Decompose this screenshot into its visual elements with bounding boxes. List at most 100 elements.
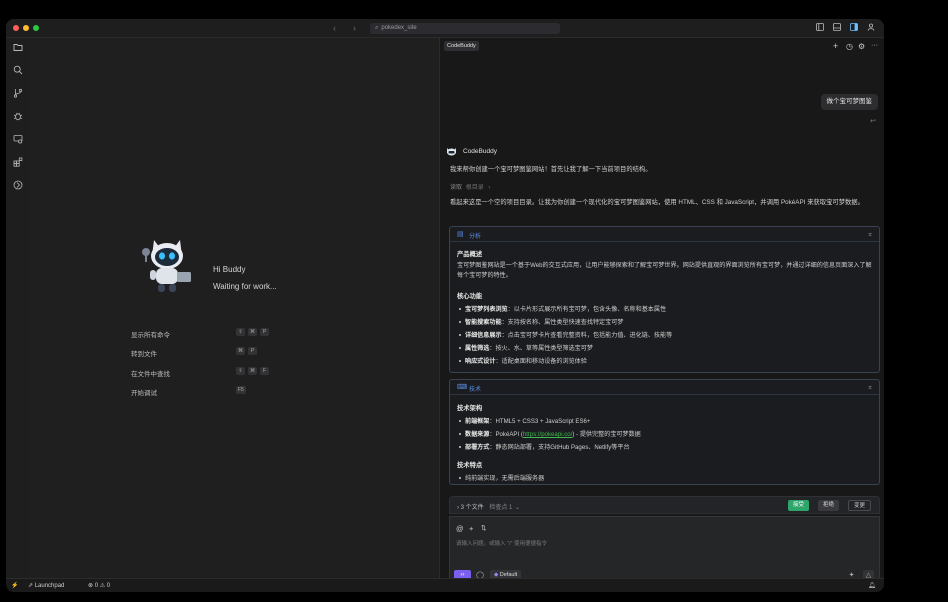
add-context-icon[interactable]: +	[469, 524, 473, 533]
remote-indicator-icon[interactable]: ⚡	[11, 582, 18, 589]
error-icon: ⊗	[88, 583, 94, 589]
card-title: 分析	[469, 234, 482, 240]
pokeapi-link[interactable]: https://pokeapi.co/	[523, 431, 572, 438]
error-count: 0	[94, 583, 99, 589]
explorer-icon[interactable]	[11, 42, 25, 56]
minimize-window-button[interactable]	[23, 25, 29, 31]
debug-icon[interactable]	[11, 111, 25, 125]
chat-input-box[interactable]: @ + ⇅ 请输入问题。或输入 "/" 使用便捷指令 ‹› ◯ ◆ Defaul…	[449, 516, 880, 587]
code-icon: ⌨	[457, 384, 468, 391]
section-heading: 技术架构	[457, 405, 483, 412]
command-center-search[interactable]: ⌕ pokedex_site	[370, 23, 560, 34]
key: ⌘	[248, 367, 257, 375]
codebuddy-chat-panel: CodeBuddy + ◷ ⚙ ··· 做个宝可梦图鉴 ↩ CodeBuddy …	[439, 38, 884, 587]
undo-icon[interactable]: ↩	[870, 117, 876, 125]
bot-header: CodeBuddy	[445, 145, 497, 160]
changes-button[interactable]: 变更	[848, 500, 872, 511]
close-window-button[interactable]	[13, 25, 19, 31]
codebuddy-icon[interactable]	[11, 180, 25, 194]
list-item: 部署方式：静态网站部署，支持GitHub Pages、Netlify等平台	[459, 442, 630, 451]
status-bar: ⚡ ⇗ Launchpad ⊗ 0 ⚠ 0 🔔︎	[6, 578, 884, 592]
shortcut-label: 转到文件	[131, 351, 157, 358]
checkpoint-label[interactable]: 检查点 1	[489, 505, 512, 511]
editor-welcome-area: Hi Buddy Waiting for work... 显示所有命令 ⇧ ⌘ P …	[30, 38, 439, 578]
files-count: 3 个文件	[460, 505, 484, 511]
shortcut-label: 在文件中查找	[131, 371, 170, 378]
problems-item[interactable]: ⊗ 0 ⚠ 0	[88, 582, 110, 589]
accept-button[interactable]: 接受	[788, 500, 810, 511]
chevron-right-icon: ›	[457, 505, 459, 511]
key: P	[248, 347, 257, 355]
tab-codebuddy[interactable]: CodeBuddy	[444, 41, 479, 51]
list-item: 详细信息展示：点击宝可梦卡片查看完整资料，包括能力值、进化链、技能等	[459, 330, 672, 339]
tech-card-header[interactable]: ⌨ 技术 ⌅	[450, 380, 879, 395]
key: ⌘	[236, 347, 245, 355]
read-target: 根目录	[465, 185, 484, 191]
workspace-name: pokedex_site	[381, 25, 417, 31]
collapse-icon[interactable]: ⌅	[867, 383, 873, 391]
shortcut-go-to-file[interactable]: 转到文件 ⌘ P	[131, 347, 291, 358]
greeting-text: Hi Buddy	[213, 265, 246, 274]
status-text: Waiting for work...	[213, 282, 277, 291]
codebuddy-avatar-icon	[447, 148, 456, 156]
notifications-icon[interactable]: 🔔︎	[868, 582, 876, 589]
shortcut-label: 开始调试	[131, 390, 157, 397]
history-icon[interactable]: ◷	[846, 42, 853, 51]
sidebar-right-icon[interactable]	[849, 23, 859, 33]
warning-count: 0	[106, 583, 111, 589]
back-icon[interactable]: ‹	[333, 23, 336, 33]
section-text: 宝可梦图鉴网站是一个基于Web的交互式应用，让用户能够探索和了解宝可梦世界。网站…	[457, 262, 872, 279]
analysis-card-header[interactable]: ▤ 分析 ⌅	[450, 227, 879, 242]
list-item: 智能搜索功能：支持按名称、属性类型快速查找特定宝可梦	[459, 317, 623, 326]
panel-bottom-icon[interactable]	[832, 23, 842, 33]
app-window: ‹ › ⌕ pokedex_site Hi Buddy Waiting for …	[6, 19, 884, 592]
codebuddy-mascot-image	[142, 240, 191, 292]
maximize-window-button[interactable]	[33, 25, 39, 31]
account-icon[interactable]	[866, 23, 876, 33]
collapse-icon[interactable]: ⌅	[867, 230, 873, 238]
forward-icon[interactable]: ›	[353, 23, 356, 33]
keybinding: ⇧ ⌘ F	[236, 367, 272, 375]
list-item: 宝可梦列表浏览：以卡片形式展示所有宝可梦，包含头像、名称和基本属性	[459, 304, 666, 313]
list-item: 纯前端实现，无需后端服务器	[459, 473, 544, 482]
shortcut-start-debugging[interactable]: 开始调试 F5	[131, 386, 291, 397]
shortcut-find-in-files[interactable]: 在文件中查找 ⇧ ⌘ F	[131, 367, 291, 378]
source-control-icon[interactable]	[11, 88, 25, 102]
key: F	[260, 367, 269, 375]
rocket-icon: ⇗	[28, 583, 34, 589]
activity-bar	[6, 38, 30, 578]
list-item: 数据来源：PokéAPI (https://pokeapi.co/) - 提供完…	[459, 429, 641, 438]
read-action[interactable]: 读取 根目录 ›	[450, 182, 490, 191]
list-item: 响应式设计：适配桌面和移动设备的浏览体验	[459, 356, 587, 365]
bot-analysis-text: 看起来这是一个空的项目目录。让我为你创建一个现代化的宝可梦图鉴网站，使用 HTM…	[450, 199, 864, 206]
search-icon[interactable]	[11, 65, 25, 79]
key: ⇧	[236, 367, 245, 375]
list-item: 前端框架：HTML5 + CSS3 + JavaScript ES6+	[459, 416, 590, 425]
changed-files-bar: › 3 个文件 检查点 1 ⌄ 接受 拒绝 变更	[449, 496, 880, 514]
section-heading: 技术特点	[457, 462, 483, 469]
list-item: 属性筛选：按火、水、草等属性类型筛选宝可梦	[459, 343, 593, 352]
document-icon: ▤	[457, 231, 464, 238]
launchpad-label: Launchpad	[34, 583, 65, 589]
keybinding: F5	[236, 386, 249, 394]
sidebar-left-icon[interactable]	[815, 23, 825, 33]
launchpad-item[interactable]: ⇗ Launchpad	[28, 582, 64, 589]
search-icon: ⌕	[375, 25, 379, 31]
more-icon[interactable]: ···	[871, 42, 878, 49]
changed-files-toggle[interactable]: › 3 个文件 检查点 1 ⌄	[457, 502, 520, 511]
analysis-card: ▤ 分析 ⌅ 产品概述 宝可梦图鉴网站是一个基于Web的交互式应用，让用户能够探…	[449, 226, 880, 373]
title-bar: ‹ › ⌕ pokedex_site	[6, 19, 884, 38]
keybinding: ⌘ P	[236, 347, 260, 355]
reject-button[interactable]: 拒绝	[818, 500, 840, 511]
remote-explorer-icon[interactable]	[11, 134, 25, 148]
chevron-right-icon: ›	[488, 185, 491, 191]
key: ⌘	[248, 328, 257, 336]
section-heading: 产品概述	[457, 251, 483, 258]
gear-icon[interactable]: ⚙	[858, 42, 865, 51]
rules-icon[interactable]: ⇅	[481, 524, 486, 532]
new-chat-icon[interactable]: +	[833, 41, 838, 51]
extensions-icon[interactable]	[11, 157, 25, 171]
chat-input-placeholder[interactable]: 请输入问题。或输入 "/" 使用便捷指令	[456, 539, 547, 547]
mention-icon[interactable]: @	[456, 524, 464, 533]
shortcut-show-all-commands[interactable]: 显示所有命令 ⇧ ⌘ P	[131, 328, 291, 339]
